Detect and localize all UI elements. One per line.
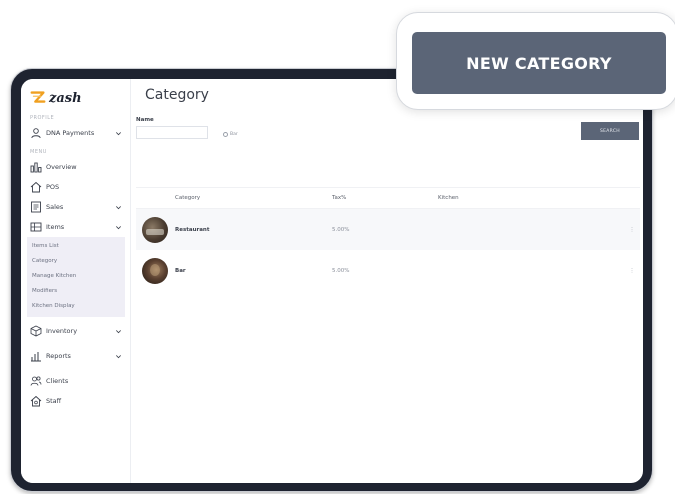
chevron-down-icon xyxy=(116,205,121,209)
box-icon xyxy=(30,325,42,337)
section-label-menu: MENU xyxy=(30,149,47,155)
logo-text: zash xyxy=(49,90,82,106)
sidebar-item-label: POS xyxy=(46,183,60,191)
sidebar-item-reports[interactable]: Reports xyxy=(21,346,130,366)
category-image-restaurant xyxy=(142,216,168,243)
category-tax: 5.00% xyxy=(332,267,350,274)
category-name: Restaurant xyxy=(175,226,210,233)
zash-logo-icon xyxy=(30,91,46,103)
more-actions-icon[interactable]: ⋮ xyxy=(624,268,640,274)
category-name: Bar xyxy=(175,267,186,274)
chevron-down-icon xyxy=(116,329,121,333)
chevron-down-icon xyxy=(116,131,121,135)
sidebar-item-clients[interactable]: Clients xyxy=(21,371,130,391)
name-filter-input[interactable] xyxy=(136,126,208,139)
sidebar-item-profile[interactable]: DNA Payments xyxy=(21,123,130,143)
sidebar-item-pos[interactable]: POS xyxy=(21,177,130,197)
subnav-item-modifiers[interactable]: Modifiers xyxy=(27,284,125,299)
logo[interactable]: zash xyxy=(21,87,130,109)
column-header-kitchen[interactable]: Kitchen xyxy=(438,195,624,201)
chevron-down-icon xyxy=(116,354,121,358)
sidebar-item-label: Inventory xyxy=(46,327,78,335)
page-title: Category xyxy=(145,87,209,103)
radio-circle-icon xyxy=(223,132,228,137)
grid-icon xyxy=(30,222,42,232)
sidebar-item-overview[interactable]: Overview xyxy=(21,157,130,177)
subnav-item-category[interactable]: Category xyxy=(27,254,125,269)
column-header-category[interactable]: Category xyxy=(175,195,332,201)
table-header: Category Tax% Kitchen xyxy=(136,187,640,209)
search-button[interactable]: SEARCH xyxy=(581,122,639,140)
sidebar-item-label: Clients xyxy=(46,377,69,385)
category-table: Category Tax% Kitchen Restaurant 5.00% ⋮ xyxy=(136,187,640,291)
sidebar-item-items[interactable]: Items xyxy=(21,217,130,237)
bar-radio-label: Bar xyxy=(230,132,238,137)
name-filter-label: Name xyxy=(136,117,154,123)
category-image-bar xyxy=(142,257,168,284)
table-row[interactable]: Bar 5.00% ⋮ xyxy=(136,250,640,291)
bar-chart-icon xyxy=(31,352,41,362)
sidebar-item-label: DNA Payments xyxy=(46,129,95,137)
main-content: Category Name Bar SEARCH Category Tax% K… xyxy=(131,79,643,483)
sidebar-item-label: Items xyxy=(46,223,65,231)
document-icon xyxy=(31,201,41,213)
subnav-item-items-list[interactable]: Items List xyxy=(27,239,125,254)
chevron-down-icon xyxy=(116,225,121,229)
user-icon xyxy=(31,128,41,139)
sidebar-item-staff[interactable]: Staff xyxy=(21,391,130,411)
sidebar-item-inventory[interactable]: Inventory xyxy=(21,321,130,341)
chart-icon xyxy=(30,162,42,173)
sidebar-item-sales[interactable]: Sales xyxy=(21,197,130,217)
more-actions-icon[interactable]: ⋮ xyxy=(624,227,640,233)
staff-icon xyxy=(30,395,42,407)
sidebar-item-label: Overview xyxy=(46,163,77,171)
tablet-frame: zash PROFILE DNA Payments MENU Overview … xyxy=(10,68,653,492)
bar-radio[interactable]: Bar xyxy=(223,132,238,137)
sidebar-item-label: Reports xyxy=(46,352,71,360)
subnav-item-manage-kitchen[interactable]: Manage Kitchen xyxy=(27,269,125,284)
new-category-button[interactable]: NEW CATEGORY xyxy=(412,32,666,94)
column-header-tax[interactable]: Tax% xyxy=(332,195,438,201)
sidebar: zash PROFILE DNA Payments MENU Overview … xyxy=(21,79,131,483)
users-icon xyxy=(30,376,42,386)
app-screen: zash PROFILE DNA Payments MENU Overview … xyxy=(21,79,643,483)
items-subnav: Items List Category Manage Kitchen Modif… xyxy=(27,237,125,317)
subnav-item-kitchen-display[interactable]: Kitchen Display xyxy=(27,299,125,314)
sidebar-item-label: Staff xyxy=(46,397,62,405)
table-row[interactable]: Restaurant 5.00% ⋮ xyxy=(136,209,640,250)
section-label-profile: PROFILE xyxy=(30,115,55,121)
sidebar-item-label: Sales xyxy=(46,203,64,211)
home-icon xyxy=(30,181,42,193)
category-tax: 5.00% xyxy=(332,226,350,233)
new-category-callout: NEW CATEGORY xyxy=(396,12,675,110)
